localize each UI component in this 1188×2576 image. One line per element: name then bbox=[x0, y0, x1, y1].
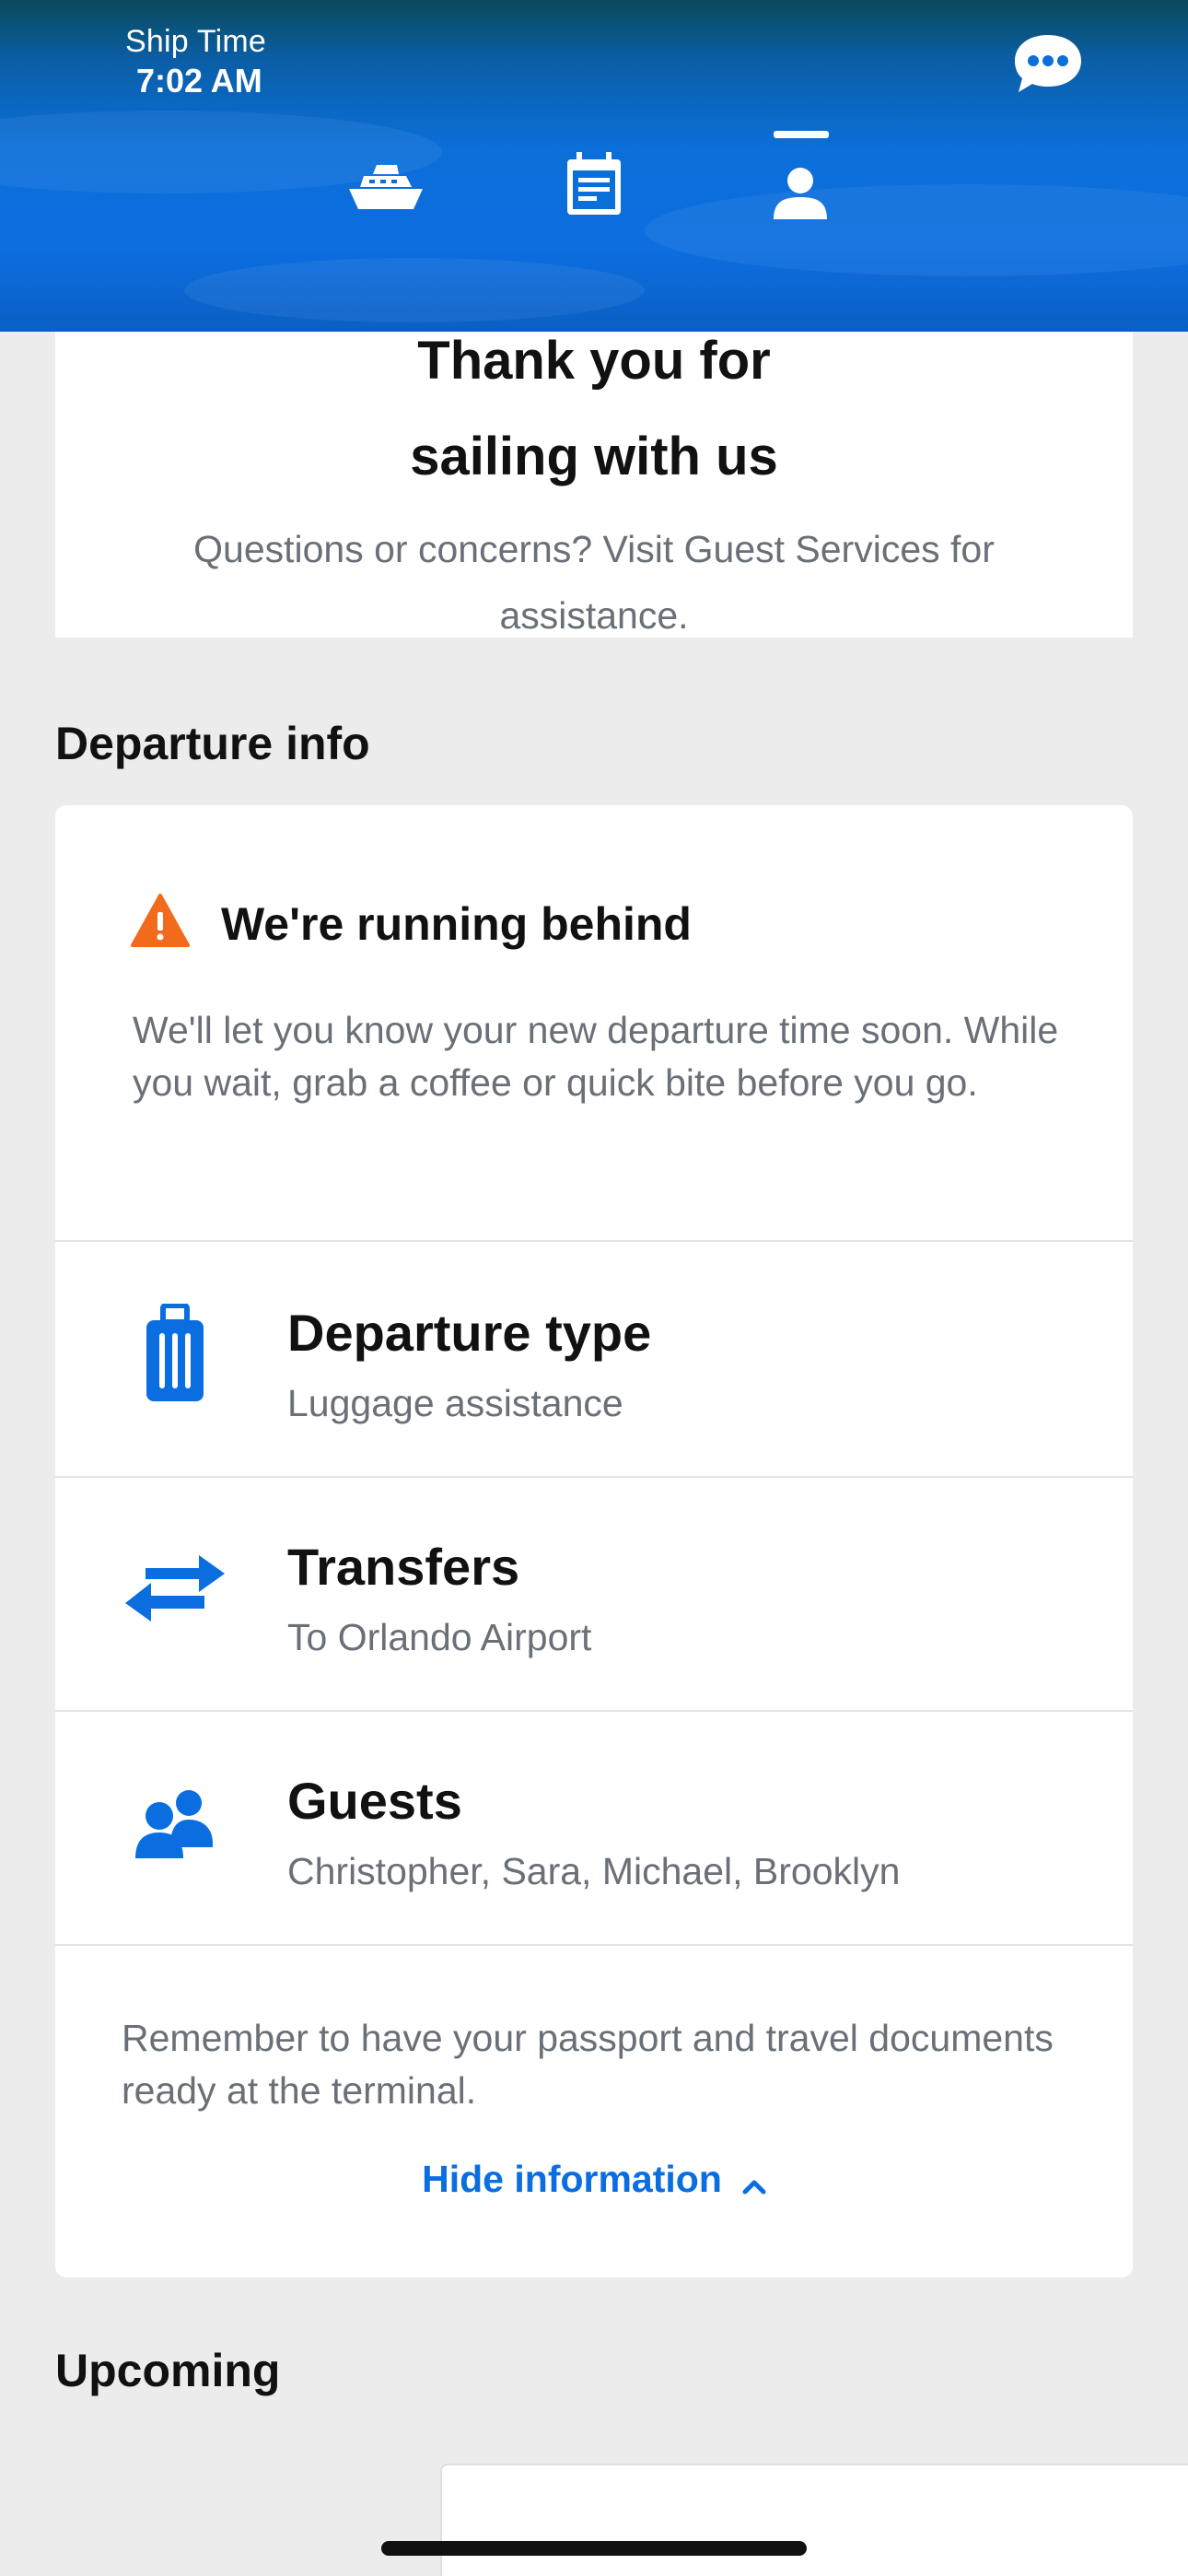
ship-time-value: 7:02 AM bbox=[136, 62, 262, 100]
delay-alert: We're running behind We'll let you know … bbox=[55, 805, 1133, 1242]
chat-bubble-icon bbox=[1015, 35, 1081, 92]
transfers-title: Transfers bbox=[287, 1538, 520, 1596]
person-icon bbox=[774, 168, 827, 219]
alert-title: We're running behind bbox=[221, 898, 692, 950]
row-icon bbox=[120, 1767, 230, 1878]
hide-information-label: Hide information bbox=[422, 2158, 722, 2200]
chevron-up-icon bbox=[742, 2160, 766, 2204]
header: Ship Time 7:02 AM bbox=[0, 0, 1188, 332]
guests-icon bbox=[135, 1790, 213, 1858]
upcoming-section-title: Upcoming bbox=[55, 2345, 281, 2396]
warning-icon bbox=[131, 894, 190, 947]
departure-type-row: Departure type Luggage assistance bbox=[55, 1244, 1133, 1478]
ship-icon bbox=[349, 165, 423, 209]
water-texture bbox=[184, 258, 645, 322]
ship-time: Ship Time 7:02 AM bbox=[125, 24, 266, 100]
farewell-card: Thank you for sailing with us Questions … bbox=[55, 313, 1133, 638]
departure-type-value: Luggage assistance bbox=[287, 1382, 623, 1424]
transfer-arrows-icon bbox=[125, 1555, 225, 1622]
guests-title: Guests bbox=[287, 1772, 462, 1830]
upcoming-card[interactable] bbox=[440, 2464, 1188, 2576]
nav-profile[interactable] bbox=[750, 129, 851, 240]
guests-value: Christopher, Sara, Michael, Brooklyn bbox=[287, 1850, 901, 1892]
guests-row: Guests Christopher, Sara, Michael, Brook… bbox=[55, 1712, 1133, 1946]
chat-button[interactable] bbox=[1011, 31, 1085, 96]
ship-time-label: Ship Time bbox=[125, 24, 266, 59]
home-indicator[interactable] bbox=[381, 2541, 807, 2556]
transfers-value: To Orlando Airport bbox=[287, 1616, 592, 1658]
farewell-title-line2: sailing with us bbox=[410, 427, 778, 486]
farewell-title: Thank you for sailing with us bbox=[55, 313, 1133, 505]
transfers-row: Transfers To Orlando Airport bbox=[55, 1478, 1133, 1712]
row-icon bbox=[120, 1299, 230, 1410]
departure-type-title: Departure type bbox=[287, 1304, 652, 1362]
nav-ship[interactable] bbox=[335, 129, 437, 240]
luggage-icon bbox=[146, 1304, 204, 1401]
calendar-icon bbox=[567, 152, 621, 215]
row-icon bbox=[120, 1533, 230, 1644]
departure-section-title: Departure info bbox=[55, 718, 370, 769]
departure-card: We're running behind We'll let you know … bbox=[55, 805, 1133, 2277]
alert-body: We'll let you know your new departure ti… bbox=[133, 1009, 1059, 1104]
farewell-subtitle: Questions or concerns? Visit Guest Servi… bbox=[193, 528, 995, 637]
hide-information-button[interactable]: Hide information bbox=[55, 2158, 1133, 2204]
nav-calendar[interactable] bbox=[543, 129, 645, 240]
passport-note: Remember to have your passport and trave… bbox=[122, 2017, 1054, 2112]
top-nav bbox=[0, 129, 1188, 240]
